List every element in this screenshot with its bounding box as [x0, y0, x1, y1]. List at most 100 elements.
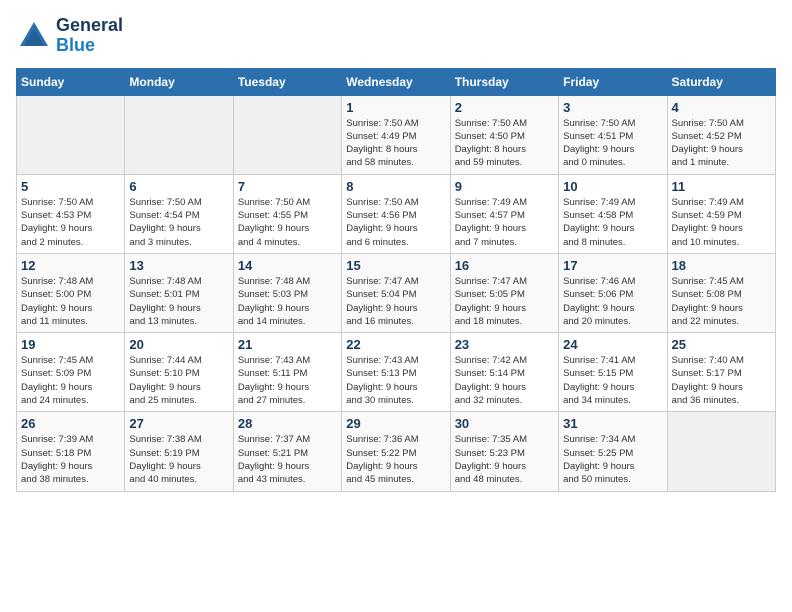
day-number: 27 [129, 416, 228, 431]
day-number: 19 [21, 337, 120, 352]
day-header-tuesday: Tuesday [233, 68, 341, 95]
day-info: Sunrise: 7:48 AM Sunset: 5:03 PM Dayligh… [238, 275, 337, 328]
day-number: 5 [21, 179, 120, 194]
day-number: 2 [455, 100, 554, 115]
logo-text: General Blue [56, 16, 123, 56]
day-info: Sunrise: 7:50 AM Sunset: 4:53 PM Dayligh… [21, 196, 120, 249]
calendar-week-4: 26 Sunrise: 7:39 AM Sunset: 5:18 PM Dayli… [17, 412, 776, 491]
calendar-cell: 29 Sunrise: 7:36 AM Sunset: 5:22 PM Dayli… [342, 412, 450, 491]
calendar-cell: 10 Sunrise: 7:49 AM Sunset: 4:58 PM Dayli… [559, 174, 667, 253]
day-number: 29 [346, 416, 445, 431]
day-number: 24 [563, 337, 662, 352]
calendar-cell: 7 Sunrise: 7:50 AM Sunset: 4:55 PM Daylig… [233, 174, 341, 253]
calendar-cell: 30Sunrise: 7:35 AM Sunset: 5:23 PM Dayli… [450, 412, 558, 491]
day-number: 1 [346, 100, 445, 115]
day-number: 9 [455, 179, 554, 194]
day-number: 20 [129, 337, 228, 352]
day-info: Sunrise: 7:48 AM Sunset: 5:01 PM Dayligh… [129, 275, 228, 328]
day-info: Sunrise: 7:44 AM Sunset: 5:10 PM Dayligh… [129, 354, 228, 407]
calendar-cell: 6 Sunrise: 7:50 AM Sunset: 4:54 PM Daylig… [125, 174, 233, 253]
day-number: 13 [129, 258, 228, 273]
day-info: Sunrise: 7:50 AM Sunset: 4:56 PM Dayligh… [346, 196, 445, 249]
calendar-cell: 28 Sunrise: 7:37 AM Sunset: 5:21 PM Dayli… [233, 412, 341, 491]
day-info: Sunrise: 7:47 AM Sunset: 5:05 PM Dayligh… [455, 275, 554, 328]
day-info: Sunrise: 7:38 AM Sunset: 5:19 PM Dayligh… [129, 433, 228, 486]
calendar-cell: 15 Sunrise: 7:47 AM Sunset: 5:04 PM Dayli… [342, 253, 450, 332]
day-info: Sunrise: 7:50 AM Sunset: 4:49 PM Dayligh… [346, 117, 445, 170]
day-number: 6 [129, 179, 228, 194]
calendar-cell: 1 Sunrise: 7:50 AM Sunset: 4:49 PM Daylig… [342, 95, 450, 174]
day-header-monday: Monday [125, 68, 233, 95]
logo: General Blue [16, 16, 123, 56]
calendar-cell: 17Sunrise: 7:46 AM Sunset: 5:06 PM Dayli… [559, 253, 667, 332]
calendar-cell: 21 Sunrise: 7:43 AM Sunset: 5:11 PM Dayli… [233, 333, 341, 412]
day-info: Sunrise: 7:47 AM Sunset: 5:04 PM Dayligh… [346, 275, 445, 328]
day-number: 26 [21, 416, 120, 431]
day-header-sunday: Sunday [17, 68, 125, 95]
calendar-cell: 26 Sunrise: 7:39 AM Sunset: 5:18 PM Dayli… [17, 412, 125, 491]
day-number: 12 [21, 258, 120, 273]
day-info: Sunrise: 7:42 AM Sunset: 5:14 PM Dayligh… [455, 354, 554, 407]
day-info: Sunrise: 7:39 AM Sunset: 5:18 PM Dayligh… [21, 433, 120, 486]
day-number: 31 [563, 416, 662, 431]
calendar-cell: 5 Sunrise: 7:50 AM Sunset: 4:53 PM Daylig… [17, 174, 125, 253]
day-number: 7 [238, 179, 337, 194]
calendar-cell [667, 412, 775, 491]
day-number: 28 [238, 416, 337, 431]
day-number: 16 [455, 258, 554, 273]
day-number: 18 [672, 258, 771, 273]
day-header-saturday: Saturday [667, 68, 775, 95]
calendar-table: SundayMondayTuesdayWednesdayThursdayFrid… [16, 68, 776, 492]
day-info: Sunrise: 7:34 AM Sunset: 5:25 PM Dayligh… [563, 433, 662, 486]
calendar-cell: 4Sunrise: 7:50 AM Sunset: 4:52 PM Daylig… [667, 95, 775, 174]
calendar-cell: 18 Sunrise: 7:45 AM Sunset: 5:08 PM Dayli… [667, 253, 775, 332]
day-header-thursday: Thursday [450, 68, 558, 95]
day-number: 17 [563, 258, 662, 273]
day-info: Sunrise: 7:45 AM Sunset: 5:08 PM Dayligh… [672, 275, 771, 328]
day-number: 4 [672, 100, 771, 115]
logo-icon [16, 18, 52, 54]
day-number: 21 [238, 337, 337, 352]
day-number: 25 [672, 337, 771, 352]
calendar-cell [233, 95, 341, 174]
calendar-week-1: 5 Sunrise: 7:50 AM Sunset: 4:53 PM Daylig… [17, 174, 776, 253]
day-info: Sunrise: 7:35 AM Sunset: 5:23 PM Dayligh… [455, 433, 554, 486]
day-info: Sunrise: 7:49 AM Sunset: 4:57 PM Dayligh… [455, 196, 554, 249]
calendar-week-2: 12 Sunrise: 7:48 AM Sunset: 5:00 PM Dayli… [17, 253, 776, 332]
day-info: Sunrise: 7:37 AM Sunset: 5:21 PM Dayligh… [238, 433, 337, 486]
page-header: General Blue [16, 16, 776, 56]
day-info: Sunrise: 7:45 AM Sunset: 5:09 PM Dayligh… [21, 354, 120, 407]
calendar-cell: 22Sunrise: 7:43 AM Sunset: 5:13 PM Dayli… [342, 333, 450, 412]
day-info: Sunrise: 7:43 AM Sunset: 5:13 PM Dayligh… [346, 354, 445, 407]
calendar-cell: 20 Sunrise: 7:44 AM Sunset: 5:10 PM Dayli… [125, 333, 233, 412]
day-info: Sunrise: 7:36 AM Sunset: 5:22 PM Dayligh… [346, 433, 445, 486]
day-number: 3 [563, 100, 662, 115]
calendar-cell: 11Sunrise: 7:49 AM Sunset: 4:59 PM Dayli… [667, 174, 775, 253]
day-info: Sunrise: 7:50 AM Sunset: 4:54 PM Dayligh… [129, 196, 228, 249]
calendar-week-3: 19 Sunrise: 7:45 AM Sunset: 5:09 PM Dayli… [17, 333, 776, 412]
day-number: 10 [563, 179, 662, 194]
day-info: Sunrise: 7:49 AM Sunset: 4:58 PM Dayligh… [563, 196, 662, 249]
calendar-cell: 14 Sunrise: 7:48 AM Sunset: 5:03 PM Dayli… [233, 253, 341, 332]
day-info: Sunrise: 7:50 AM Sunset: 4:55 PM Dayligh… [238, 196, 337, 249]
day-number: 15 [346, 258, 445, 273]
calendar-cell: 27 Sunrise: 7:38 AM Sunset: 5:19 PM Dayli… [125, 412, 233, 491]
calendar-cell: 13 Sunrise: 7:48 AM Sunset: 5:01 PM Dayli… [125, 253, 233, 332]
calendar-cell [125, 95, 233, 174]
calendar-cell [17, 95, 125, 174]
calendar-cell: 25Sunrise: 7:40 AM Sunset: 5:17 PM Dayli… [667, 333, 775, 412]
day-info: Sunrise: 7:43 AM Sunset: 5:11 PM Dayligh… [238, 354, 337, 407]
day-info: Sunrise: 7:48 AM Sunset: 5:00 PM Dayligh… [21, 275, 120, 328]
calendar-cell: 8 Sunrise: 7:50 AM Sunset: 4:56 PM Daylig… [342, 174, 450, 253]
day-header-wednesday: Wednesday [342, 68, 450, 95]
day-info: Sunrise: 7:50 AM Sunset: 4:50 PM Dayligh… [455, 117, 554, 170]
day-number: 23 [455, 337, 554, 352]
calendar-cell: 2 Sunrise: 7:50 AM Sunset: 4:50 PM Daylig… [450, 95, 558, 174]
day-number: 8 [346, 179, 445, 194]
calendar-cell: 31 Sunrise: 7:34 AM Sunset: 5:25 PM Dayli… [559, 412, 667, 491]
calendar-cell: 9 Sunrise: 7:49 AM Sunset: 4:57 PM Daylig… [450, 174, 558, 253]
calendar-cell: 19 Sunrise: 7:45 AM Sunset: 5:09 PM Dayli… [17, 333, 125, 412]
calendar-cell: 3Sunrise: 7:50 AM Sunset: 4:51 PM Daylig… [559, 95, 667, 174]
calendar-cell: 23 Sunrise: 7:42 AM Sunset: 5:14 PM Dayli… [450, 333, 558, 412]
day-number: 14 [238, 258, 337, 273]
